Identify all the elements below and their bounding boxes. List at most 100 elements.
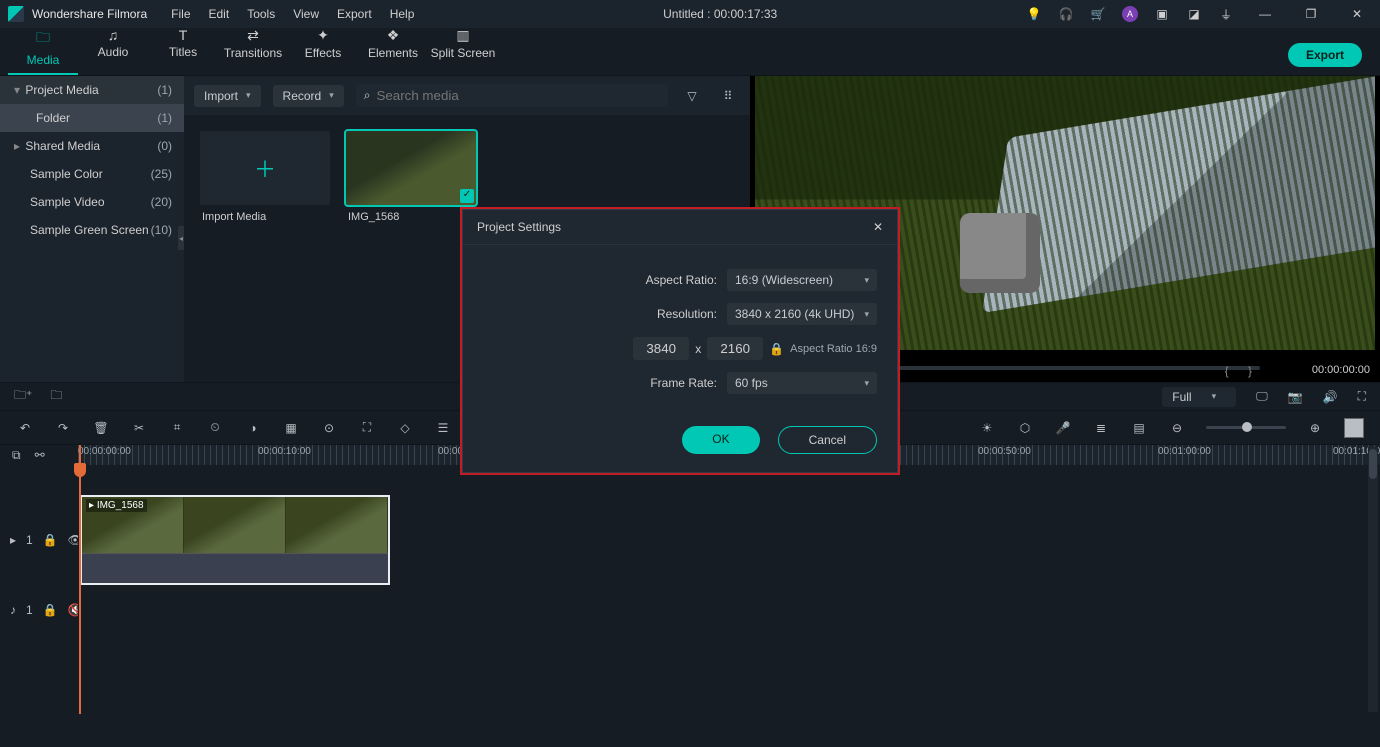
search-input[interactable] (377, 88, 661, 103)
by-label: x (695, 342, 701, 356)
new-folder-icon[interactable]: 🗀⁺ (14, 386, 32, 407)
sidebar-item-count: (0) (157, 139, 172, 153)
window-close[interactable]: ✕ (1342, 7, 1372, 21)
timeline-link-icon[interactable]: ⚯ (35, 448, 45, 462)
aspect-ratio-select[interactable]: 16:9 (Widescreen)▾ (727, 269, 877, 291)
track-type-icon: ▸ (10, 533, 16, 547)
export-button[interactable]: Export (1288, 43, 1362, 67)
sidebar-collapse-handle[interactable]: ◂ (178, 226, 184, 250)
menu-file[interactable]: File (171, 7, 190, 21)
playhead[interactable] (79, 445, 81, 714)
timeline-nest-icon[interactable]: ⧉ (12, 448, 21, 463)
tab-titles[interactable]: TTitles (148, 23, 218, 75)
import-media-thumb[interactable]: ＋ (200, 131, 330, 205)
save-icon[interactable]: ▣ (1154, 6, 1170, 22)
cancel-button[interactable]: Cancel (778, 426, 877, 454)
menu-view[interactable]: View (293, 7, 319, 21)
audio-tool-icon[interactable]: ≣ (1092, 421, 1110, 435)
sidebar-item-sample-color[interactable]: Sample Color (25) (0, 160, 184, 188)
chevron-down-icon: ▾ (12, 83, 22, 97)
tab-elements[interactable]: ❖Elements (358, 23, 428, 75)
video-track-lane[interactable]: ▸ IMG_1568 (78, 490, 1380, 590)
duration-icon[interactable]: ⊙ (320, 421, 338, 435)
sidebar-item-folder[interactable]: Folder (1) (0, 104, 184, 132)
green-screen-icon[interactable]: ▦ (282, 421, 300, 435)
lock-icon[interactable]: 🔒 (43, 603, 58, 617)
tab-audio[interactable]: ♫Audio (78, 23, 148, 75)
snapshot-icon[interactable]: 📷 (1288, 390, 1303, 404)
timeline-clip[interactable]: ▸ IMG_1568 (80, 495, 390, 585)
dropdown-label: Full (1172, 390, 1191, 404)
media-clip-thumb[interactable] (346, 131, 476, 205)
import-media-card[interactable]: ＋ Import Media (200, 131, 330, 229)
in-out-braces[interactable]: { } (1225, 364, 1260, 378)
zoom-in-icon[interactable]: ⊕ (1306, 421, 1324, 435)
speed-icon[interactable]: ⏲ (206, 420, 224, 435)
scrollbar-thumb[interactable] (1369, 449, 1377, 479)
media-clip-card[interactable]: IMG_1568 (346, 131, 476, 229)
tab-split-screen[interactable]: ▥Split Screen (428, 23, 498, 75)
fullscreen-icon[interactable]: ⛶ (1358, 389, 1366, 404)
grid-view-icon[interactable]: ⠿ (716, 89, 740, 103)
audio-track-lane[interactable] (78, 590, 1380, 630)
keyframe-icon[interactable]: ◇ (396, 421, 414, 435)
lock-icon[interactable]: 🔒 (43, 533, 58, 547)
notifications-icon[interactable]: ◪ (1186, 6, 1202, 22)
menu-tools[interactable]: Tools (247, 7, 275, 21)
sidebar-item-sample-green[interactable]: Sample Green Screen (10) (0, 216, 184, 244)
tab-effects[interactable]: ✦Effects (288, 23, 358, 75)
tab-media[interactable]: 🗀Media (8, 23, 78, 75)
timeline-scrollbar[interactable] (1368, 447, 1378, 712)
redo-icon[interactable]: ↷ (54, 421, 72, 435)
render-icon[interactable]: ☀ (978, 421, 996, 435)
monitor-icon[interactable]: 🖵 (1256, 389, 1268, 404)
sidebar-item-sample-video[interactable]: Sample Video (20) (0, 188, 184, 216)
height-input[interactable] (707, 337, 763, 360)
preview-quality-dropdown[interactable]: Full▾ (1162, 387, 1236, 407)
window-maximize[interactable]: ❐ (1296, 7, 1326, 21)
support-icon[interactable]: 🎧 (1058, 6, 1074, 22)
record-dropdown[interactable]: Record▾ (273, 85, 344, 107)
adjust-icon[interactable]: ☰ (434, 421, 452, 435)
microphone-icon[interactable]: ⏚ (1218, 6, 1234, 22)
zoom-slider[interactable] (1206, 426, 1286, 429)
title-right: 💡 🎧 🛒 A ▣ ◪ ⏚ — ❐ ✕ (1026, 6, 1372, 22)
close-icon[interactable]: ✕ (873, 220, 883, 234)
snap-toggle[interactable] (1344, 418, 1364, 438)
store-icon[interactable]: 🛒 (1090, 6, 1106, 22)
sidebar-item-count: (25) (151, 167, 172, 181)
menu-help[interactable]: Help (390, 7, 415, 21)
marker-icon[interactable]: ⬡ (1016, 421, 1034, 435)
color-icon[interactable]: ◑ (244, 421, 262, 435)
ruler-label: 00:00:10:00 (258, 446, 311, 457)
search-box[interactable]: ⌕ (356, 84, 668, 107)
resolution-select[interactable]: 3840 x 2160 (4k UHD)▾ (727, 303, 877, 325)
menu-export[interactable]: Export (337, 7, 372, 21)
menu-edit[interactable]: Edit (209, 7, 230, 21)
dropdown-label: Record (283, 89, 322, 103)
chevron-down-icon: ▾ (864, 275, 869, 286)
tab-transitions[interactable]: ⇄Transitions (218, 23, 288, 75)
crop-icon[interactable]: ⌗ (168, 420, 186, 435)
volume-icon[interactable]: 🔊 (1323, 390, 1338, 404)
account-avatar[interactable]: A (1122, 6, 1138, 22)
window-minimize[interactable]: — (1250, 7, 1280, 21)
split-icon[interactable]: ✂ (130, 421, 148, 435)
keyframe-expand-icon[interactable]: ⛶ (358, 420, 376, 435)
width-input[interactable] (633, 337, 689, 360)
undo-icon[interactable]: ↶ (16, 421, 34, 435)
import-dropdown[interactable]: Import▾ (194, 85, 261, 107)
lock-aspect-icon[interactable]: 🔒 (769, 342, 784, 356)
frame-rate-select[interactable]: 60 fps▾ (727, 372, 877, 394)
delete-icon[interactable]: 🗑 (92, 421, 110, 435)
folder-icon[interactable]: 🗀 (50, 386, 62, 407)
tips-icon[interactable]: 💡 (1026, 6, 1042, 22)
track-manage-icon[interactable]: ▤ (1130, 421, 1148, 435)
voiceover-icon[interactable]: 🎤 (1054, 421, 1072, 435)
chevron-right-icon: ▸ (12, 139, 22, 153)
sidebar-item-shared-media[interactable]: ▸ Shared Media (0) (0, 132, 184, 160)
zoom-out-icon[interactable]: ⊖ (1168, 421, 1186, 435)
sidebar-item-project-media[interactable]: ▾ Project Media (1) (0, 76, 184, 104)
ok-button[interactable]: OK (682, 426, 759, 454)
filter-icon[interactable]: ▽ (680, 89, 704, 103)
